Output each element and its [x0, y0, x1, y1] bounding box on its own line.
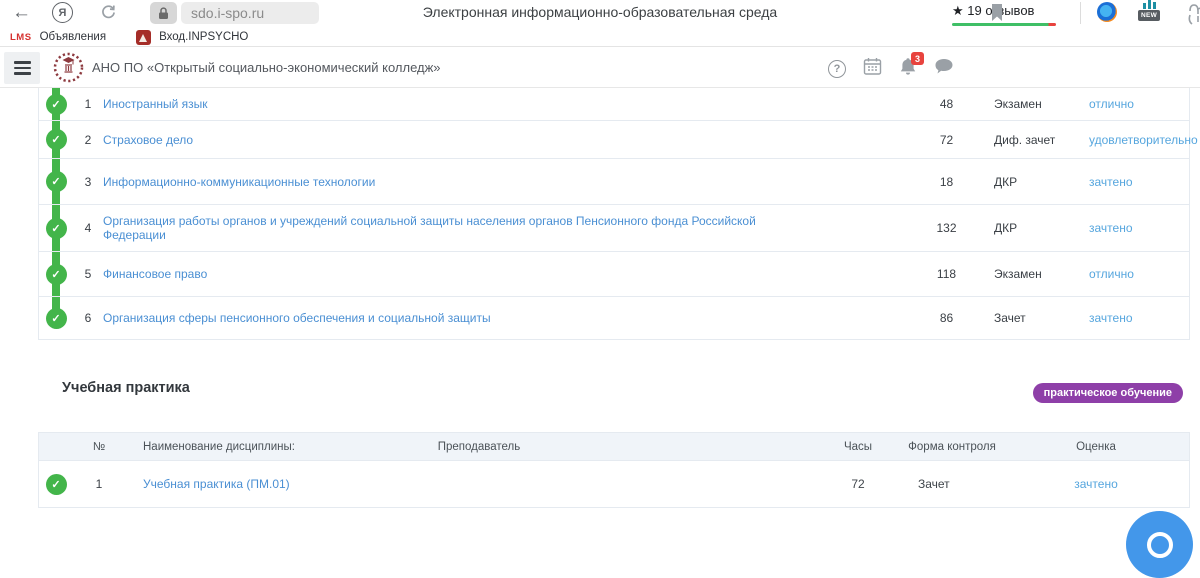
- discipline-link[interactable]: Организация работы органов и учреждений …: [103, 214, 783, 242]
- hours-value: 48: [909, 97, 984, 111]
- calendar-icon[interactable]: [863, 57, 882, 81]
- row-number: 1: [73, 97, 103, 111]
- hours-value: 86: [909, 311, 984, 325]
- college-name: АНО ПО «Открытый социально-экономический…: [92, 60, 441, 75]
- grade-link[interactable]: отлично: [1089, 267, 1134, 281]
- bookmark-announcements[interactable]: Объявления: [40, 31, 107, 43]
- grade-link[interactable]: удовлетворительно: [1089, 133, 1198, 147]
- toolbar-divider: [1080, 2, 1081, 24]
- table-row: ✓ 4 Организация работы органов и учрежде…: [39, 205, 1189, 252]
- column-header-hours: Часы: [813, 441, 903, 453]
- practice-table-header: № Наименование дисциплины: Преподаватель…: [39, 433, 1189, 461]
- disciplines-table: ✓ 1 Иностранный язык 48 Экзамен отлично …: [38, 88, 1190, 340]
- row-number: 5: [73, 267, 103, 281]
- notification-count-badge: 3: [911, 52, 924, 65]
- grade-link[interactable]: зачтено: [1089, 311, 1133, 325]
- row-number: 6: [73, 311, 103, 325]
- discipline-link[interactable]: Иностранный язык: [103, 97, 208, 111]
- refresh-icon[interactable]: [100, 3, 117, 26]
- hand-cursor-icon: [1186, 1, 1200, 30]
- column-header-form: Форма контроля: [903, 441, 1001, 453]
- table-row: ✓ 3 Информационно-коммуникационные техно…: [39, 159, 1189, 205]
- reviews-rating-bar: [952, 23, 1056, 26]
- table-row: ✓ 5 Финансовое право 118 Экзамен отлично: [39, 252, 1189, 297]
- practice-type-badge[interactable]: практическое обучение: [1033, 383, 1183, 403]
- completed-check-icon: ✓: [46, 218, 67, 239]
- row-number: 1: [73, 477, 125, 491]
- bookmark-inpsycho[interactable]: Вход.INPSYCHO: [159, 31, 248, 43]
- reviews-widget[interactable]: ★ 19 отзывов: [952, 2, 1060, 26]
- hours-value: 72: [909, 133, 984, 147]
- control-form-value: Экзамен: [984, 267, 1084, 281]
- row-number: 2: [73, 133, 103, 147]
- address-bar[interactable]: sdo.i-spo.ru: [181, 2, 319, 24]
- discipline-link[interactable]: Финансовое право: [103, 267, 207, 281]
- discipline-link[interactable]: Страховое дело: [103, 133, 193, 147]
- browser-page-title: Электронная информационно-образовательна…: [423, 4, 777, 20]
- practice-discipline-link[interactable]: Учебная практика (ПМ.01): [143, 477, 290, 491]
- back-icon[interactable]: ←: [12, 2, 31, 24]
- browser-toolbar: ← Я sdo.i-spo.ru Электронная информацион…: [0, 0, 1200, 28]
- completed-check-icon: ✓: [46, 474, 67, 495]
- grade-link[interactable]: зачтено: [1089, 221, 1133, 235]
- hours-value: 72: [813, 477, 903, 491]
- control-form-value: Зачет: [903, 477, 1001, 491]
- control-form-value: Зачет: [984, 311, 1084, 325]
- grade-link[interactable]: отлично: [1089, 97, 1134, 111]
- discipline-link[interactable]: Информационно-коммуникационные технологи…: [103, 175, 375, 189]
- discipline-link[interactable]: Организация сферы пенсионного обеспечени…: [103, 311, 491, 325]
- site-header: АНО ПО «Открытый социально-экономический…: [0, 47, 1200, 88]
- grade-link[interactable]: зачтено: [1074, 477, 1118, 491]
- completed-check-icon: ✓: [46, 171, 67, 192]
- new-badge: NEW: [1138, 10, 1160, 21]
- bookmarks-bar: LMS Объявления Вход.INPSYCHO: [0, 28, 1200, 47]
- table-row: ✓ 6 Организация сферы пенсионного обеспе…: [39, 297, 1189, 340]
- hours-value: 118: [909, 267, 984, 281]
- row-number: 3: [73, 175, 103, 189]
- notifications-bell-icon[interactable]: 3: [899, 57, 917, 81]
- section-title-practice: Учебная практика: [62, 380, 190, 396]
- star-icon: ★: [952, 3, 964, 18]
- row-number: 4: [73, 221, 103, 235]
- hours-value: 132: [909, 221, 984, 235]
- column-header-grade: Оценка: [1001, 441, 1191, 453]
- grade-link[interactable]: зачтено: [1089, 175, 1133, 189]
- bookmark-flag-icon[interactable]: [990, 3, 1004, 27]
- completed-check-icon: ✓: [46, 308, 67, 329]
- chat-ring-icon: [1147, 532, 1173, 558]
- table-row: ✓ 1 Учебная практика (ПМ.01) 72 Зачет за…: [39, 461, 1189, 507]
- menu-hamburger-button[interactable]: [4, 52, 40, 84]
- hours-value: 18: [909, 175, 984, 189]
- table-row: ✓ 2 Страховое дело 72 Диф. зачет удовлет…: [39, 121, 1189, 159]
- column-header-name: Наименование дисциплины:: [125, 441, 375, 453]
- table-row: ✓ 1 Иностранный язык 48 Экзамен отлично: [39, 88, 1189, 121]
- inpsycho-favicon: [136, 30, 151, 45]
- extension-new-icon[interactable]: NEW: [1138, 0, 1160, 24]
- college-logo: [52, 51, 85, 89]
- chat-widget-button[interactable]: [1126, 511, 1193, 578]
- column-header-number: №: [73, 441, 125, 453]
- control-form-value: ДКР: [984, 175, 1084, 189]
- completed-check-icon: ✓: [46, 94, 67, 115]
- control-form-value: Диф. зачет: [984, 133, 1084, 147]
- column-header-teacher: Преподаватель: [375, 441, 583, 453]
- yandex-browser-icon[interactable]: Я: [52, 2, 73, 23]
- help-icon[interactable]: ?: [828, 60, 846, 78]
- control-form-value: ДКР: [984, 221, 1084, 235]
- lms-favicon: LMS: [10, 32, 32, 43]
- completed-check-icon: ✓: [46, 264, 67, 285]
- completed-check-icon: ✓: [46, 129, 67, 150]
- extension-glyph: [1138, 0, 1160, 9]
- practice-table: № Наименование дисциплины: Преподаватель…: [38, 432, 1190, 508]
- messages-chat-icon[interactable]: [934, 58, 954, 80]
- ssl-lock-icon[interactable]: [150, 2, 177, 24]
- extension-color-circle-icon[interactable]: [1097, 2, 1117, 22]
- control-form-value: Экзамен: [984, 97, 1084, 111]
